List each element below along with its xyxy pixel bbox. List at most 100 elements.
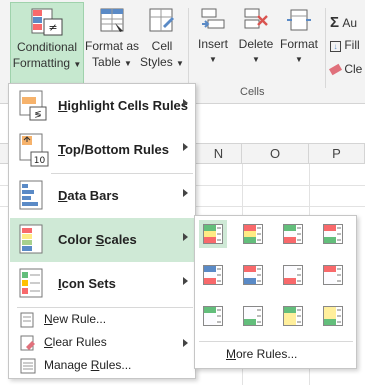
chevron-down-icon: ▼ [73,60,82,69]
color-scale-option[interactable] [319,261,347,289]
color-scale-option[interactable] [279,220,307,248]
conditional-formatting-menu: ≶ Highlight Cells Rules 10 Top/Bottom Ru… [8,83,196,379]
data-bars-icon [19,180,43,210]
fill-label: Fill [344,38,360,52]
new-rule-icon [20,312,34,328]
menu-item-new-rule[interactable]: New Rule... [10,309,196,331]
color-scale-option[interactable] [319,220,347,248]
menu-item-top-bottom-rules[interactable]: 10 Top/Bottom Rules [10,128,196,172]
color-scale-option[interactable] [319,302,347,330]
color-scale-option[interactable] [239,261,267,289]
submenu-arrow-icon [183,277,188,285]
submenu-arrow-icon [183,233,188,241]
column-header-O[interactable]: O [242,144,309,164]
menu-item-label: Icon Sets [58,276,116,291]
highlight-cells-icon: ≶ [19,90,47,121]
chevron-down-icon: ▼ [124,59,132,68]
cell-styles-button[interactable]: Cell Styles ▼ [140,2,184,84]
fill-down-icon: ↓ [330,41,341,52]
color-scale-option[interactable] [279,261,307,289]
menu-item-icon-sets[interactable]: Icon Sets [10,262,196,306]
submenu-arrow-icon [183,339,188,347]
chevron-down-icon: ▼ [295,55,303,64]
svg-text:≠: ≠ [48,21,57,34]
conditional-formatting-line1: Conditional [16,40,78,54]
color-scale-option[interactable] [239,220,267,248]
chevron-down-icon: ▼ [209,55,217,64]
format-as-table-icon [100,8,124,32]
menu-item-clear-rules[interactable]: Clear Rules [10,332,196,354]
color-scale-icon [323,224,343,244]
insert-cells-icon [201,8,225,29]
top-bottom-icon: 10 [19,133,49,167]
menu-item-highlight-cells-rules[interactable]: ≶ Highlight Cells Rules [10,84,196,128]
menu-item-color-scales[interactable]: Color Scales [10,218,196,262]
color-scale-option[interactable] [239,302,267,330]
format-cells-icon [287,9,311,31]
menu-item-label: New Rule... [44,312,107,326]
cell-styles-icon [149,8,174,32]
conditional-formatting-line2: Formatting ▼ [12,56,82,70]
menu-item-label: Clear Rules [44,335,107,349]
color-scale-option[interactable] [199,220,227,248]
color-scale-icon [243,265,263,285]
color-scale-icon [203,265,223,285]
color-scale-option[interactable] [199,302,227,330]
svg-text:10: 10 [34,156,46,166]
color-scale-icon [243,224,263,244]
color-scale-icon [283,306,303,326]
fill-button[interactable]: ↓ Fill [330,38,360,52]
color-scale-option[interactable] [279,302,307,330]
color-scale-icon [323,265,343,285]
sigma-icon: Σ [330,14,340,31]
ribbon-divider [188,8,189,88]
clear-button[interactable]: Cle [328,62,363,76]
color-scale-icon [323,306,343,326]
clear-rules-icon [20,335,35,351]
menu-item-label: Color Scales [58,232,137,247]
icon-sets-icon [19,268,43,298]
ribbon-divider [325,8,326,88]
autosum-label: Au [342,16,358,30]
format-button[interactable]: Format ▼ [277,2,321,82]
menu-item-label: Highlight Cells Rules [58,98,189,113]
insert-button[interactable]: Insert ▼ [194,2,232,82]
insert-label: Insert [197,37,228,51]
chevron-down-icon: ▼ [252,55,260,64]
conditional-formatting-button[interactable]: ≠ Conditional Formatting ▼ [10,2,84,84]
more-rules-link[interactable]: More Rules... [226,347,297,361]
conditional-formatting-icon: ≠ [31,8,63,36]
delete-button[interactable]: Delete ▼ [236,2,276,82]
cell-styles-line2: Styles ▼ [140,55,184,69]
color-scale-icon [283,224,303,244]
menu-item-label: Manage Rules... [44,358,132,372]
format-as-table-button[interactable]: Format as Table ▼ [84,2,140,84]
svg-text:≶: ≶ [34,110,42,120]
cell-styles-line1: Cell [151,39,173,53]
color-scales-submenu: More Rules... [194,215,357,369]
color-scale-icon [283,265,303,285]
submenu-arrow-icon [183,189,188,197]
menu-separator [199,341,353,342]
delete-label: Delete [238,37,274,51]
menu-item-label: Top/Bottom Rules [58,142,169,157]
color-scale-icon [243,306,263,326]
menu-item-label: Data Bars [58,188,119,203]
submenu-arrow-icon [183,143,188,151]
menu-item-manage-rules[interactable]: Manage Rules... [10,355,196,377]
autosum-button[interactable]: Σ Au [330,14,357,31]
menu-separator [17,307,193,308]
eraser-icon [328,63,343,76]
format-as-table-line2: Table ▼ [92,55,132,69]
delete-cells-icon [244,8,268,29]
menu-item-data-bars[interactable]: Data Bars [10,174,196,218]
column-header-P[interactable]: P [309,144,365,164]
color-scale-icon [203,306,223,326]
clear-label: Cle [344,62,363,76]
color-scale-option[interactable] [199,261,227,289]
submenu-arrow-icon [183,99,188,107]
column-header-N[interactable]: N [196,144,242,164]
chevron-down-icon: ▼ [176,59,184,68]
format-as-table-line1: Format as [84,39,139,53]
color-scale-icon [203,224,223,244]
